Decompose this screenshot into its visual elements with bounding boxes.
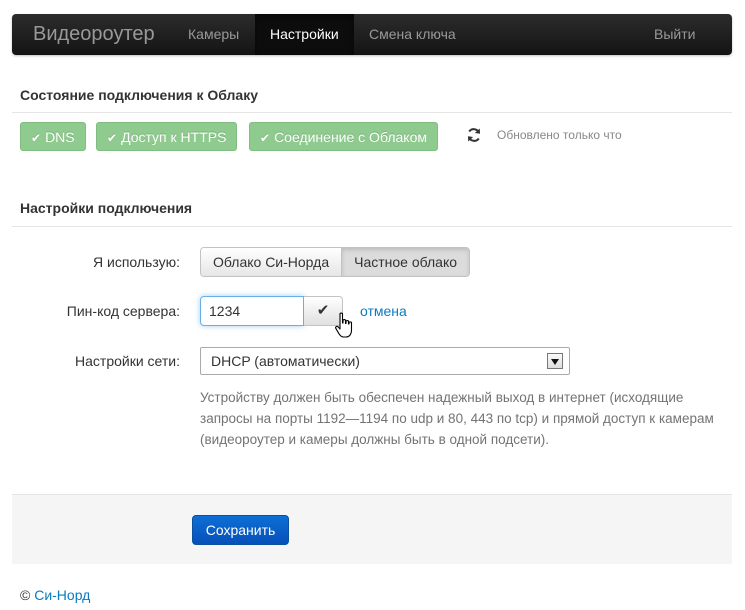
network-help-text: Устройству должен быть обеспечен надежны… <box>200 390 714 447</box>
status-badge-cloud: ✔ Соединение с Облаком <box>249 122 438 151</box>
status-badge-label: Соединение с Облаком <box>274 129 427 145</box>
cloud-status-title: Состояние подключения к Облаку <box>20 87 259 103</box>
cancel-link[interactable]: отмена <box>360 303 407 319</box>
check-icon: ✔ <box>260 131 271 145</box>
status-badge-dns: ✔ DNS <box>20 122 86 151</box>
status-badge-label: DNS <box>45 129 75 145</box>
chevron-down-icon[interactable] <box>547 353 563 369</box>
hand-cursor-icon <box>335 312 353 338</box>
network-label: Настройки сети: <box>75 353 180 369</box>
check-icon: ✔ <box>31 131 42 145</box>
section-divider <box>12 112 732 113</box>
nav-item-change-key[interactable]: Смена ключа <box>369 14 456 55</box>
pin-label: Пин-код сервера: <box>66 303 180 319</box>
updated-status-text: Обновлено только что <box>497 128 622 142</box>
use-label: Я использую: <box>93 254 180 270</box>
server-pin-input[interactable] <box>200 296 304 326</box>
status-badge-https: ✔ Доступ к HTTPS <box>96 122 238 151</box>
connection-settings-title: Настройки подключения <box>20 200 193 216</box>
navbar: Видеороутер Камеры Настройки Смена ключа… <box>12 14 732 55</box>
nav-item-cameras[interactable]: Камеры <box>188 14 239 55</box>
refresh-icon[interactable] <box>466 127 482 143</box>
option-private-cloud[interactable]: Частное облако <box>341 248 470 276</box>
network-mode-value: DHCP (автоматически) <box>211 353 360 369</box>
cloud-type-toggle: Облако Си-Норда Частное облако <box>200 247 471 277</box>
network-mode-select[interactable]: DHCP (автоматически) <box>200 347 570 375</box>
nav-item-settings[interactable]: Настройки <box>255 14 354 55</box>
company-link[interactable]: Си-Норд <box>34 587 90 603</box>
section-divider <box>12 226 732 227</box>
copyright-symbol: © <box>20 587 31 603</box>
save-button[interactable]: Сохранить <box>192 515 289 545</box>
status-badge-label: Доступ к HTTPS <box>121 129 227 145</box>
check-icon: ✔ <box>107 131 118 145</box>
logout-link[interactable]: Выйти <box>654 14 695 55</box>
form-actions: Сохранить <box>12 494 732 564</box>
brand-link[interactable]: Видеороутер <box>33 14 155 55</box>
option-cnord-cloud[interactable]: Облако Си-Норда <box>201 248 342 276</box>
copyright: © Си-Норд <box>20 587 90 603</box>
check-icon: ✔ <box>316 302 330 319</box>
